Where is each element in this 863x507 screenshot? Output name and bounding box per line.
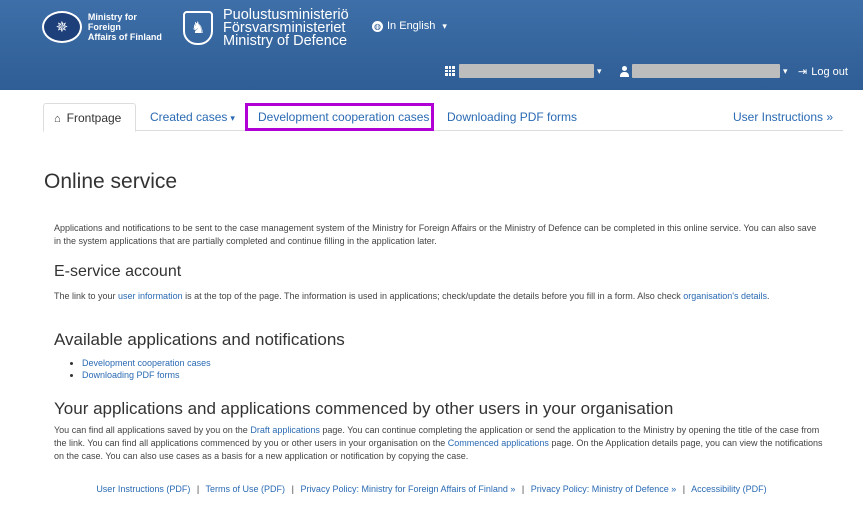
tab-label: User Instructions » — [733, 110, 834, 124]
tab-user-instructions[interactable]: User Instructions » — [723, 103, 843, 131]
footer-user-instructions-link[interactable]: User Instructions (PDF) — [96, 484, 190, 494]
account-text: The link to your user information is at … — [54, 291, 770, 301]
footer-privacy-mod-link[interactable]: Privacy Policy: Ministry of Defence » — [531, 484, 677, 494]
chevron-down-icon: ▾ — [783, 65, 788, 76]
footer-separator: | — [682, 484, 686, 494]
mod-logo[interactable]: ♞ Puolustusministeriö Försvarsministerie… — [183, 4, 349, 52]
language-label: In English — [387, 20, 436, 32]
main-nav: ⌂ Frontpage Created cases ▾ Development co… — [43, 103, 843, 132]
development-cooperation-link[interactable]: Development cooperation cases — [82, 358, 211, 368]
commenced-applications-link[interactable]: Commenced applications — [448, 438, 549, 448]
mfa-line-1: Ministry for Foreign — [87, 12, 137, 32]
user-icon — [620, 65, 629, 77]
mfa-line-2: Affairs of Finland — [87, 32, 162, 42]
account-text-part: is at the top of the page. The informati… — [185, 291, 681, 301]
your-text-part: You can find all applications saved by y… — [54, 425, 248, 435]
redacted-user — [632, 64, 780, 78]
globe-icon: ◍ — [372, 20, 383, 32]
organisation-details-link[interactable]: organisation's details — [683, 291, 767, 301]
available-heading: Available applications and notifications — [54, 330, 345, 349]
list-item: Downloading PDF forms — [82, 369, 211, 381]
organisation-selector[interactable]: ▾ — [445, 64, 602, 78]
list-item: Development cooperation cases — [82, 357, 211, 369]
user-selector[interactable]: ▾ — [620, 64, 788, 78]
your-applications-heading: Your applications and applications comme… — [54, 399, 674, 418]
logout-icon: ⇥ — [798, 66, 808, 78]
mfa-logo[interactable]: ✵ Ministry for Foreign Affairs of Finlan… — [42, 10, 172, 44]
footer-separator: | — [291, 484, 294, 494]
lion-crest-icon: ♞ — [183, 11, 213, 45]
tab-created-cases[interactable]: Created cases ▾ — [140, 103, 245, 131]
chevron-down-icon: ▾ — [230, 113, 235, 123]
available-list: Development cooperation cases Downloadin… — [72, 357, 211, 381]
mfa-logo-text: Ministry for Foreign Affairs of Finland — [88, 12, 172, 42]
tab-downloading-pdf-forms[interactable]: Downloading PDF forms — [437, 103, 587, 131]
tab-label: Development cooperation cases — [258, 110, 430, 124]
footer-privacy-mfa-link[interactable]: Privacy Policy: Ministry for Foreign Aff… — [300, 484, 515, 494]
your-applications-text: You can find all applications saved by y… — [54, 424, 829, 463]
redacted-organisation — [459, 64, 594, 78]
tab-label: Created cases — [150, 110, 228, 124]
site-header: ✵ Ministry for Foreign Affairs of Finlan… — [0, 0, 863, 90]
account-text-part: The link to your — [54, 291, 116, 301]
pdf-forms-link[interactable]: Downloading PDF forms — [82, 370, 180, 380]
account-bar: ▾ ▾ ⇥ Log out — [0, 57, 863, 87]
user-information-link[interactable]: user information — [118, 291, 183, 301]
tab-label: Frontpage — [66, 111, 122, 125]
mfa-emblem-icon: ✵ — [42, 11, 82, 43]
language-selector[interactable]: ◍ In English ▾ — [372, 20, 447, 32]
footer-terms-link[interactable]: Terms of Use (PDF) — [206, 484, 286, 494]
tab-development-cooperation-cases[interactable]: Development cooperation cases — [245, 103, 434, 131]
footer: User Instructions (PDF) | Terms of Use (… — [0, 484, 863, 494]
chevron-down-icon: ▾ — [597, 65, 602, 76]
footer-separator: | — [521, 484, 525, 494]
draft-applications-link[interactable]: Draft applications — [250, 425, 320, 435]
page-title: Online service — [44, 170, 178, 193]
intro-text: Applications and notifications to be sen… — [54, 223, 817, 246]
tab-label: Downloading PDF forms — [447, 110, 578, 124]
footer-accessibility-link[interactable]: Accessibility (PDF) — [691, 484, 767, 494]
grid-icon — [445, 66, 455, 76]
tab-frontpage[interactable]: ⌂ Frontpage — [43, 103, 136, 132]
logout-label: Log out — [811, 65, 848, 78]
footer-separator: | — [196, 484, 200, 494]
mod-line-3: Ministry of Defence — [223, 32, 348, 49]
logout-button[interactable]: ⇥ Log out — [798, 65, 848, 79]
home-icon: ⌂ — [54, 113, 61, 125]
account-heading: E-service account — [54, 263, 182, 280]
mod-logo-text: Puolustusministeriö Försvarsministeriet … — [223, 7, 349, 49]
chevron-down-icon: ▾ — [442, 20, 447, 31]
